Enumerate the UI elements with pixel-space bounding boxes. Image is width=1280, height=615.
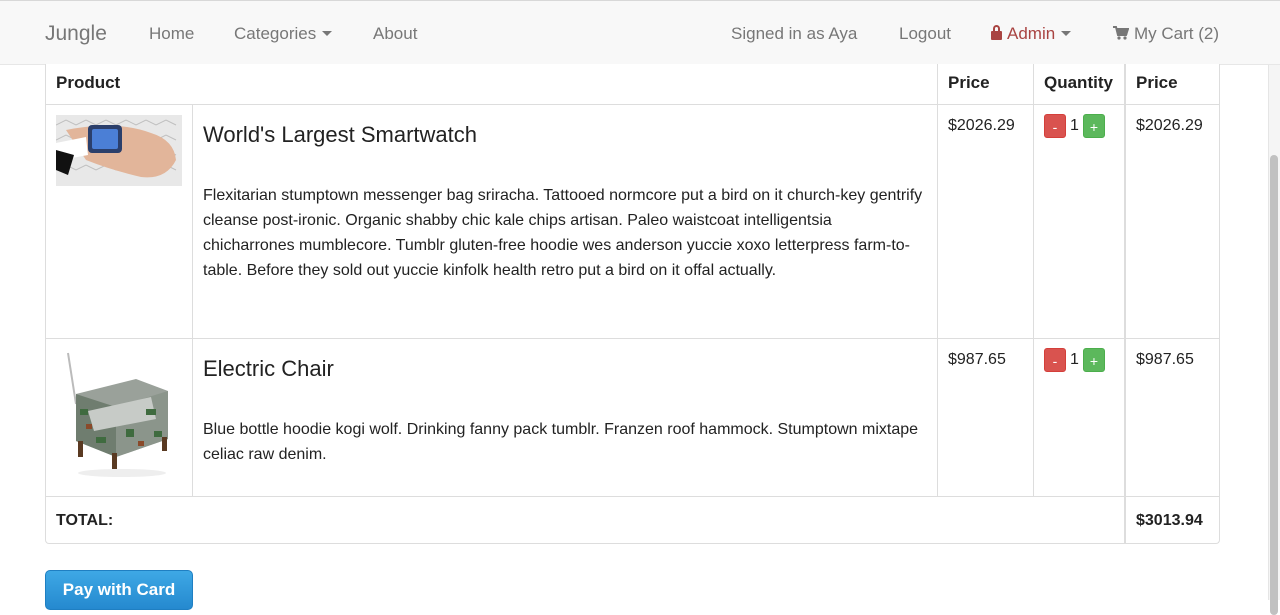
product-title[interactable]: World's Largest Smartwatch <box>203 121 927 149</box>
lock-icon <box>991 25 1002 41</box>
product-description: Blue bottle hoodie kogi wolf. Drinking f… <box>203 421 919 463</box>
nav-about[interactable]: About <box>373 1 417 66</box>
nav-categories-label: Categories <box>234 24 317 43</box>
cart-icon <box>1113 26 1129 40</box>
cart-table: Product Price Quantity Price World's Lar… <box>45 64 1220 544</box>
product-title[interactable]: Electric Chair <box>203 355 927 383</box>
caret-down-icon <box>322 31 333 37</box>
increase-quantity-button[interactable]: + <box>1082 113 1105 138</box>
header-quantity: Quantity <box>1034 64 1126 105</box>
top-navbar: Jungle Home Categories About Signed in a… <box>0 0 1280 65</box>
nav-admin-label: Admin <box>1007 24 1056 43</box>
nav-my-cart[interactable]: My Cart (2) <box>1113 1 1219 66</box>
electric-chair-image[interactable] <box>56 349 182 479</box>
quantity-value: 1 <box>1070 351 1079 369</box>
quantity-value: 1 <box>1070 117 1079 135</box>
product-image-cell <box>46 105 193 339</box>
line-price: $987.65 <box>1126 339 1219 497</box>
product-details-cell: World's Largest Smartwatch Flexitarian s… <box>193 105 938 339</box>
nav-logout[interactable]: Logout <box>899 1 951 66</box>
total-value: $3013.94 <box>1136 512 1203 529</box>
nav-categories-dropdown[interactable]: Categories <box>234 1 333 66</box>
smartwatch-image[interactable] <box>56 115 182 186</box>
decrease-quantity-button[interactable]: - <box>1044 347 1066 372</box>
product-details-cell: Electric Chair Blue bottle hoodie kogi w… <box>193 339 938 497</box>
decrease-quantity-button[interactable]: - <box>1044 113 1066 138</box>
brand-link[interactable]: Jungle <box>45 1 107 66</box>
product-description: Flexitarian stumptown messenger bag srir… <box>203 187 923 279</box>
header-line-price: Price <box>1126 64 1219 105</box>
increase-quantity-button[interactable]: + <box>1082 347 1105 372</box>
quantity-stepper: -1 + <box>1034 339 1126 497</box>
unit-price: $987.65 <box>938 339 1034 497</box>
scrollbar-thumb[interactable] <box>1270 155 1278 615</box>
nav-home[interactable]: Home <box>149 1 194 66</box>
signed-in-label: Signed in as Aya <box>731 24 858 43</box>
caret-down-icon <box>1061 31 1072 37</box>
total-label: TOTAL: <box>46 497 1126 543</box>
pay-with-card-button[interactable]: Pay with Card <box>45 570 193 610</box>
unit-price: $2026.29 <box>938 105 1034 339</box>
nav-cart-label: My Cart (2) <box>1134 24 1219 43</box>
line-price: $2026.29 <box>1126 105 1219 339</box>
product-image-cell <box>46 339 193 497</box>
header-price: Price <box>938 64 1034 105</box>
nav-admin-dropdown[interactable]: Admin <box>991 1 1072 66</box>
quantity-stepper: -1 + <box>1034 105 1126 339</box>
header-product: Product <box>46 64 938 105</box>
